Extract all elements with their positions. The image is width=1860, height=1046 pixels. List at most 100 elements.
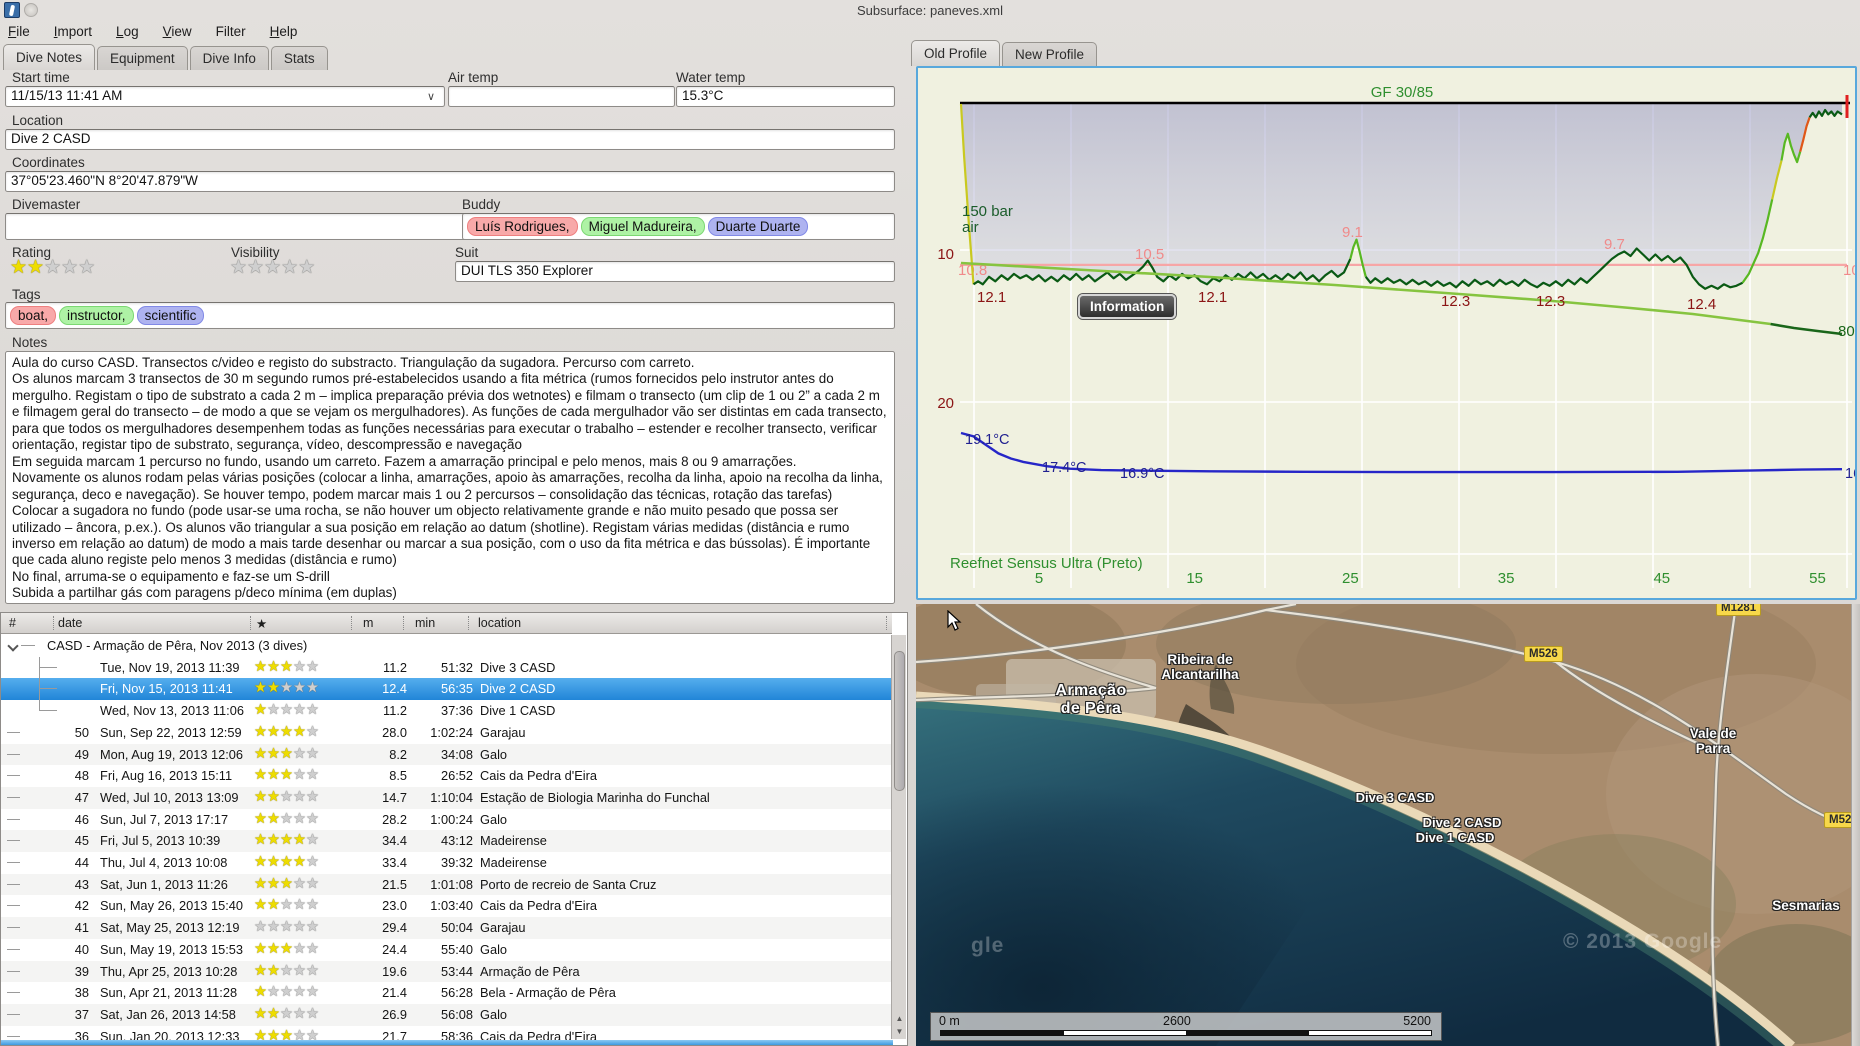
column-separator[interactable]: [403, 616, 404, 630]
star-empty-icon[interactable]: ★: [247, 257, 264, 278]
dive-list-scrollbar[interactable]: ▲ ▼: [891, 635, 906, 1039]
dive-row[interactable]: 50 Sun, Sep 22, 2013 12:59 ★★★★★ 28.0 1:02:2…: [1, 722, 892, 744]
buddy-chip[interactable]: Miguel Madureira,: [580, 217, 705, 236]
dive-row[interactable]: 45 Fri, Jul 5, 2013 10:39 ★★★★★ 34.4 43:12 Ma…: [1, 830, 892, 852]
place-label: Sesmarias: [1772, 898, 1840, 913]
column-header-num[interactable]: #: [9, 616, 16, 630]
column-separator[interactable]: [351, 616, 352, 630]
dive-row[interactable]: Wed, Nov 13, 2013 11:06 ★★★★★ 11.2 37:36 Div…: [1, 700, 892, 722]
dive-row-selected[interactable]: Fri, Nov 15, 2013 11:41 ★★★★★ 12.4 56:35 Div…: [1, 678, 892, 701]
star-filled-icon: ★: [254, 680, 267, 697]
dive-location: Madeirense: [480, 833, 547, 849]
air-temp-field[interactable]: [448, 86, 675, 107]
trip-group-row[interactable]: CASD - Armação de Pêra, Nov 2013 (3 dive…: [1, 635, 892, 657]
star-filled-icon: ★: [254, 788, 267, 805]
dive-site-map[interactable]: Armação de Pêra Ribeira de Alcantarilha Va…: [916, 604, 1852, 1046]
column-header-date[interactable]: date: [58, 616, 82, 630]
star-filled-icon: ★: [267, 680, 280, 697]
dive-row[interactable]: 43 Sat, Jun 1, 2013 11:26 ★★★★★ 21.5 1:01:08…: [1, 873, 892, 896]
menu-import[interactable]: Import: [54, 24, 92, 39]
tag-chip[interactable]: instructor,: [59, 306, 134, 325]
tab-old-profile[interactable]: Old Profile: [911, 40, 1001, 66]
rating-stars[interactable]: ★★★★★: [10, 258, 95, 277]
column-separator[interactable]: [886, 616, 887, 630]
start-time-combo[interactable]: 11/15/13 11:41 AM ∨: [5, 86, 445, 107]
divemaster-field[interactable]: [5, 213, 473, 240]
svg-text:5: 5: [1035, 570, 1043, 587]
column-header-min[interactable]: min: [415, 616, 435, 630]
dive-row[interactable]: 42 Sun, May 26, 2013 15:40 ★★★★★ 23.0 1:03:4…: [1, 895, 892, 917]
column-separator[interactable]: [250, 616, 251, 630]
star-empty-icon[interactable]: ★: [281, 257, 298, 278]
menu-filter[interactable]: Filter: [216, 24, 246, 39]
tag-chip[interactable]: scientific: [136, 306, 205, 325]
tag-chip[interactable]: boat,: [10, 306, 57, 325]
location-field[interactable]: Dive 2 CASD: [5, 129, 895, 150]
column-header-m[interactable]: m: [363, 616, 373, 630]
star-filled-icon: ★: [280, 658, 293, 675]
star-empty-icon[interactable]: ★: [44, 257, 61, 278]
dive-number: 46: [74, 811, 89, 827]
tags-field[interactable]: boat, instructor, scientific: [5, 302, 895, 329]
star-empty-icon: ★: [306, 680, 319, 697]
menu-help[interactable]: Help: [270, 24, 298, 39]
dive-row[interactable]: 46 Sun, Jul 7, 2013 17:17 ★★★★★ 28.2 1:00:24…: [1, 809, 892, 831]
tab-new-profile[interactable]: New Profile: [1002, 42, 1098, 66]
chevron-down-icon[interactable]: ∨: [427, 92, 438, 103]
buddy-chip[interactable]: Luís Rodrigues,: [467, 217, 578, 236]
water-temp-field[interactable]: 15.3°C: [676, 86, 895, 107]
scroll-up-icon[interactable]: ▲: [892, 1012, 907, 1025]
tab-dive-notes[interactable]: Dive Notes: [3, 44, 96, 70]
dive-row[interactable]: 38 Sun, Apr 21, 2013 11:28 ★★★★★ 21.4 56:28 B…: [1, 982, 892, 1004]
column-header-location[interactable]: location: [478, 616, 521, 630]
star-empty-icon[interactable]: ★: [264, 257, 281, 278]
column-header-stars[interactable]: ★: [256, 616, 267, 631]
star-empty-icon[interactable]: ★: [230, 257, 247, 278]
star-empty-icon[interactable]: ★: [61, 257, 78, 278]
dive-rating: ★★★★★: [254, 897, 319, 913]
dive-row[interactable]: Tue, Nov 19, 2013 11:39 ★★★★★ 11.2 51:32 Div…: [1, 656, 892, 679]
dive-row[interactable]: 47 Wed, Jul 10, 2013 13:09 ★★★★★ 14.7 1:10:0…: [1, 786, 892, 809]
star-filled-icon: ★: [267, 745, 280, 762]
buddy-field[interactable]: Luís Rodrigues, Miguel Madureira, Duarte D…: [462, 213, 895, 240]
location-label: Location: [12, 113, 64, 128]
dive-profile-chart[interactable]: 10.810.59.19.7GF 30/85150 barair80102010…: [918, 68, 1860, 598]
scroll-down-icon[interactable]: ▼: [892, 1025, 907, 1038]
tab-dive-info[interactable]: Dive Info: [189, 46, 269, 70]
dive-duration: 56:35: [440, 681, 473, 697]
coordinates-field[interactable]: 37°05'23.460"N 8°20'47.879"W: [5, 171, 895, 192]
dive-row[interactable]: 40 Sun, May 19, 2013 15:53 ★★★★★ 24.4 55:40 G…: [1, 939, 892, 961]
star-filled-icon[interactable]: ★: [27, 257, 44, 278]
notes-textarea[interactable]: Aula do curso CASD. Transectos c/video e…: [5, 351, 895, 604]
menu-log[interactable]: Log: [116, 24, 139, 39]
column-separator[interactable]: [468, 616, 469, 630]
information-tooltip[interactable]: Information: [1078, 294, 1177, 319]
dive-row[interactable]: 37 Sat, Jan 26, 2013 14:58 ★★★★★ 26.9 56:08 G…: [1, 1003, 892, 1026]
dive-row[interactable]: 49 Mon, Aug 19, 2013 12:06 ★★★★★ 8.2 34:08 Ga…: [1, 743, 892, 766]
dive-row[interactable]: 48 Fri, Aug 16, 2013 15:11 ★★★★★ 8.5 26:52 Ca…: [1, 765, 892, 787]
column-separator[interactable]: [53, 616, 54, 630]
dive-row[interactable]: 39 Thu, Apr 25, 2013 10:28 ★★★★★ 19.6 53:44 A…: [1, 960, 892, 983]
visibility-stars[interactable]: ★★★★★: [230, 258, 315, 277]
dive-list-hscrollbar[interactable]: [1, 1040, 893, 1045]
scrollbar-thumb[interactable]: [894, 651, 905, 791]
menu-file[interactable]: File: [8, 24, 30, 39]
scale-max-label: 5200: [1403, 1014, 1431, 1028]
dive-row[interactable]: 41 Sat, May 25, 2013 12:19 ★★★★★ 29.4 50:04 G…: [1, 917, 892, 939]
suit-field[interactable]: DUI TLS 350 Explorer: [455, 261, 895, 282]
star-empty-icon[interactable]: ★: [78, 257, 95, 278]
dive-duration: 1:02:24: [430, 724, 473, 740]
right-scrollbar-strip[interactable]: [1851, 604, 1860, 1046]
collapse-arrow-icon[interactable]: [7, 640, 19, 652]
star-empty-icon[interactable]: ★: [298, 257, 315, 278]
dive-date: Thu, Jul 4, 2013 10:08: [100, 855, 228, 870]
dive-depth: 23.0: [382, 898, 407, 914]
menu-view[interactable]: View: [163, 24, 192, 39]
dive-number: 50: [74, 724, 89, 740]
dive-rating: ★★★★★: [254, 941, 319, 957]
buddy-chip[interactable]: Duarte Duarte: [707, 217, 809, 236]
star-filled-icon[interactable]: ★: [10, 257, 27, 278]
tab-equipment[interactable]: Equipment: [97, 46, 188, 70]
tab-stats[interactable]: Stats: [270, 46, 328, 70]
dive-row[interactable]: 44 Thu, Jul 4, 2013 10:08 ★★★★★ 33.4 39:32 Ma…: [1, 852, 892, 874]
